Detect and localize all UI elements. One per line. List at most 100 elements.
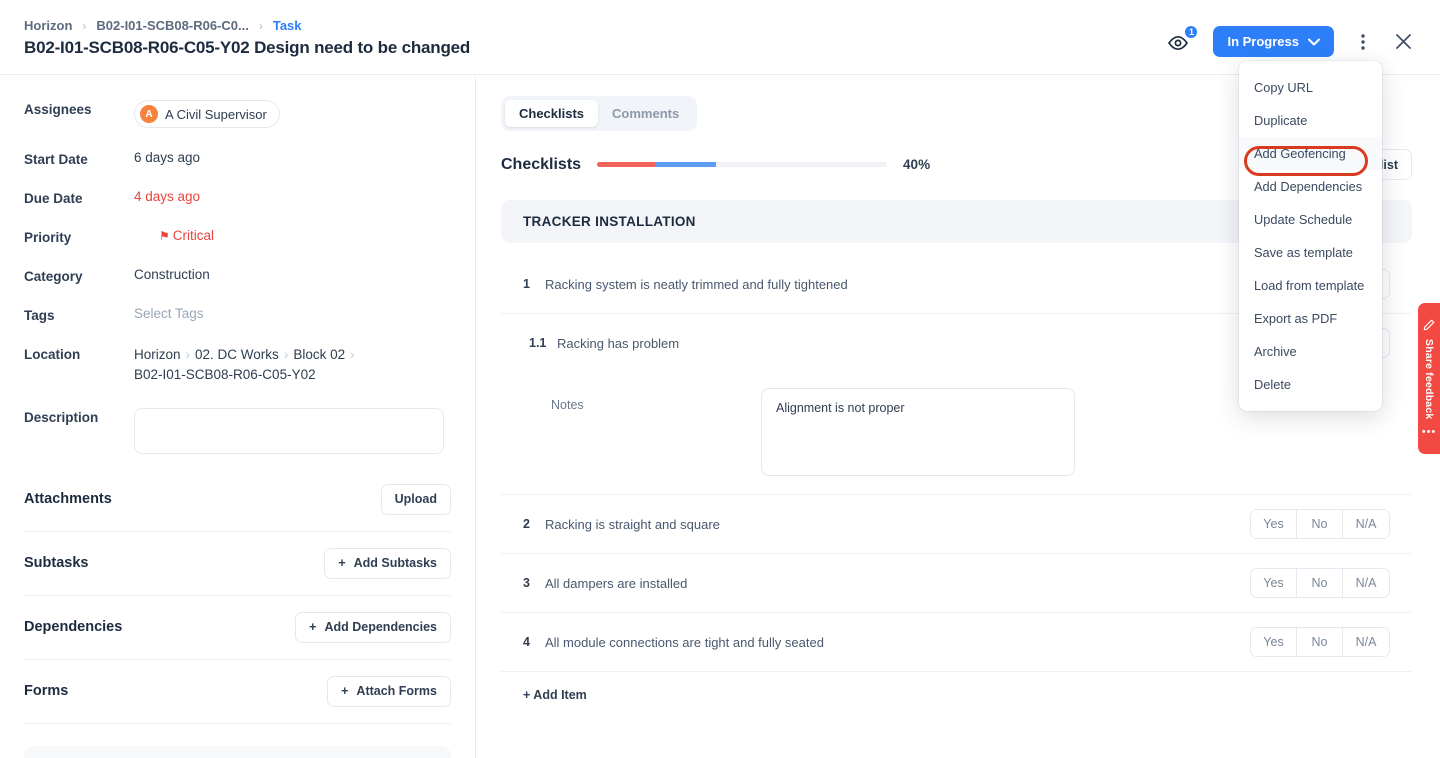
tags-input[interactable]: Select Tags <box>134 306 451 321</box>
section-title-forms: Forms <box>24 683 69 699</box>
add-dependencies-label: Add Dependencies <box>324 620 437 634</box>
chevron-down-icon <box>1308 38 1320 46</box>
yes-no-na-group: Yes No N/A <box>1250 568 1390 598</box>
menu-item-add-dependencies[interactable]: Add Dependencies <box>1239 170 1382 203</box>
section-title-attachments: Attachments <box>24 491 112 507</box>
section-dependencies: Dependencies + Add Dependencies <box>24 596 451 660</box>
yes-no-na-group: Yes No N/A <box>1250 509 1390 539</box>
share-feedback-tab[interactable]: Share feedback ••• <box>1418 303 1440 454</box>
field-priority: Priority ⚑ Critical <box>24 228 451 245</box>
watch-badge: 1 <box>1184 24 1199 39</box>
tab-bar: Checklists Comments <box>501 96 698 131</box>
add-dependencies-button[interactable]: + Add Dependencies <box>295 611 451 643</box>
option-no[interactable]: No <box>1297 569 1343 597</box>
checklists-title: Checklists <box>501 155 582 173</box>
checklist-item-number: 1.1 <box>529 336 547 350</box>
notes-input[interactable]: Alignment is not proper <box>761 388 1075 476</box>
option-yes[interactable]: Yes <box>1251 510 1297 538</box>
location-value[interactable]: Horizon › 02. DC Works › Block 02 › B02-I01-S… <box>134 345 451 386</box>
section-title-dependencies: Dependencies <box>24 619 123 635</box>
add-item-link[interactable]: + Add Item <box>501 672 1412 718</box>
add-subtasks-label: Add Subtasks <box>353 556 437 570</box>
watch-toggle[interactable]: 1 <box>1167 24 1199 54</box>
option-no[interactable]: No <box>1297 510 1343 538</box>
menu-item-delete[interactable]: Delete <box>1239 368 1382 401</box>
menu-item-copy-url[interactable]: Copy URL <box>1239 71 1382 104</box>
breadcrumb-item-1[interactable]: B02-I01-SCB08-R06-C0... <box>96 18 248 33</box>
page-header: Horizon › B02-I01-SCB08-R06-C0... › Task… <box>0 0 1440 75</box>
checklist-item-text: All module connections are tight and ful… <box>545 634 824 650</box>
field-label-priority: Priority <box>24 230 72 245</box>
attach-forms-button[interactable]: + Attach Forms <box>327 675 451 707</box>
location-part-2: Block 02 <box>293 347 346 362</box>
option-na[interactable]: N/A <box>1343 510 1389 538</box>
location-leaf: B02-I01-SCB08-R06-C05-Y02 <box>134 367 316 383</box>
priority-value-wrap[interactable]: ⚑ Critical <box>134 228 451 243</box>
checklist-item-number: 3 <box>523 576 530 590</box>
assignee-chip[interactable]: A A Civil Supervisor <box>134 100 280 128</box>
progress-segment-blue <box>655 162 716 167</box>
more-dots-icon: ••• <box>1421 426 1437 439</box>
option-yes[interactable]: Yes <box>1251 628 1297 656</box>
progress-percent: 40% <box>903 157 931 172</box>
avatar: A <box>140 105 158 123</box>
option-no[interactable]: No <box>1297 628 1343 656</box>
yes-no-na-group: Yes No N/A <box>1250 627 1390 657</box>
location-separator-icon: › <box>350 347 355 362</box>
upload-button[interactable]: Upload <box>380 483 451 515</box>
start-date-value[interactable]: 6 days ago <box>134 150 451 165</box>
field-label-description: Description <box>24 409 99 425</box>
category-value[interactable]: Construction <box>134 267 451 282</box>
kebab-menu-icon[interactable] <box>1352 29 1374 55</box>
menu-item-archive[interactable]: Archive <box>1239 335 1382 368</box>
section-subtasks: Subtasks + Add Subtasks <box>24 532 451 596</box>
field-description: Description <box>24 407 451 454</box>
checklist-item-text: All dampers are installed <box>545 575 688 591</box>
breadcrumb-item-2[interactable]: Task <box>273 18 302 33</box>
section-attachments: Attachments Upload <box>24 468 451 532</box>
add-subtasks-button[interactable]: + Add Subtasks <box>324 547 451 579</box>
checklist-item-text: Racking has problem <box>557 335 680 351</box>
menu-item-load-from-template[interactable]: Load from template <box>1239 269 1382 302</box>
tab-comments[interactable]: Comments <box>598 100 693 127</box>
assignee-name: A Civil Supervisor <box>165 106 267 122</box>
progress-bar <box>597 162 888 167</box>
menu-item-update-schedule[interactable]: Update Schedule <box>1239 203 1382 236</box>
status-dropdown-button[interactable]: In Progress <box>1213 26 1334 57</box>
section-forms: Forms + Attach Forms <box>24 660 451 724</box>
task-detail-page: Horizon › B02-I01-SCB08-R06-C0... › Task… <box>0 0 1440 758</box>
upload-button-label: Upload <box>394 492 437 506</box>
close-icon[interactable] <box>1392 29 1414 55</box>
section-title-subtasks: Subtasks <box>24 555 89 571</box>
task-details-panel: Assignees A A Civil Supervisor Start Dat… <box>0 76 476 758</box>
pencil-icon <box>1423 319 1435 331</box>
checklist-item: 2 Racking is straight and square Yes No … <box>501 495 1412 554</box>
checklist-item-text: Racking is straight and square <box>545 516 720 532</box>
menu-item-save-as-template[interactable]: Save as template <box>1239 236 1382 269</box>
option-yes[interactable]: Yes <box>1251 569 1297 597</box>
option-na[interactable]: N/A <box>1343 569 1389 597</box>
checklist-item: 4 All module connections are tight and f… <box>501 613 1412 672</box>
checklist-item-text: Racking system is neatly trimmed and ful… <box>545 276 848 292</box>
task-meta-card: Created by: G Gokulendu Bharadwaj Create… <box>24 745 451 758</box>
tab-checklists[interactable]: Checklists <box>505 100 599 127</box>
priority-value: Critical <box>172 228 215 243</box>
due-date-value[interactable]: 4 days ago <box>134 189 451 204</box>
field-category: Category Construction <box>24 267 451 284</box>
location-part-1: 02. DC Works <box>195 347 279 362</box>
breadcrumb: Horizon › B02-I01-SCB08-R06-C0... › Task <box>24 18 302 33</box>
checklist-item-number: 4 <box>523 635 530 649</box>
menu-item-duplicate[interactable]: Duplicate <box>1239 104 1382 137</box>
menu-item-add-geofencing[interactable]: Add Geofencing <box>1239 137 1382 170</box>
description-input[interactable] <box>134 407 444 454</box>
location-part-0: Horizon <box>134 347 181 362</box>
menu-item-export-as-pdf[interactable]: Export as PDF <box>1239 302 1382 335</box>
location-separator-icon: › <box>283 347 289 362</box>
breadcrumb-separator-icon: › <box>82 18 87 33</box>
breadcrumb-item-0[interactable]: Horizon <box>24 18 72 33</box>
field-label-due-date: Due Date <box>24 191 83 206</box>
plus-icon: + <box>338 556 346 570</box>
checklist-item-number: 2 <box>523 517 530 531</box>
option-na[interactable]: N/A <box>1343 628 1389 656</box>
plus-icon: + <box>341 684 349 698</box>
